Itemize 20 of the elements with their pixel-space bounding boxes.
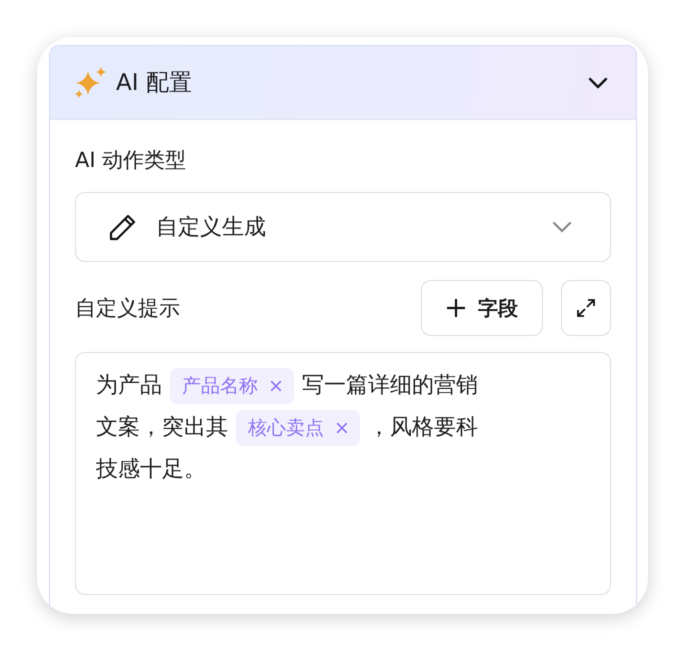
expand-button[interactable] xyxy=(561,280,611,336)
prompt-text: 为产品 xyxy=(96,372,162,400)
pencil-icon xyxy=(108,212,138,242)
prompt-text: 写一篇详细的营销 xyxy=(302,372,478,400)
field-label: AI 动作类型 xyxy=(75,147,188,174)
prompt-text: 技感十足。 xyxy=(96,456,206,484)
prompt-text: ，风格要科 xyxy=(368,414,478,442)
add-field-button[interactable]: 字段 xyxy=(421,280,543,336)
chevron-icon[interactable] xyxy=(588,76,608,88)
sparkle-icon xyxy=(74,66,108,100)
prompt-text: 文案，突出其 xyxy=(96,414,228,442)
tag-label: 核心卖点 xyxy=(248,416,324,441)
plus-icon xyxy=(446,298,466,318)
tag-label: 产品名称 xyxy=(182,374,258,399)
field-label: 自定义提示 xyxy=(75,295,181,322)
panel-title: AI 配置 xyxy=(116,69,193,98)
action-type-dropdown[interactable]: 自定义生成 xyxy=(75,192,611,262)
chevron-icon xyxy=(552,221,572,233)
panel-header[interactable]: AI 配置 xyxy=(50,46,636,120)
expand-icon xyxy=(575,297,597,319)
